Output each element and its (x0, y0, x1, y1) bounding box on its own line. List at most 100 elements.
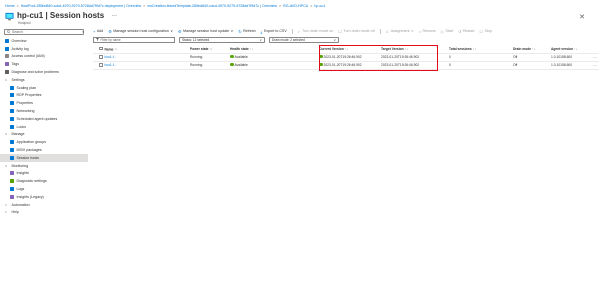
clock-icon (10, 116, 14, 121)
row-checkbox[interactable] (99, 55, 103, 59)
select-all-checkbox[interactable] (99, 46, 103, 50)
table-row: hcu1-f... Running Available 2023-01-20T19:2… (93, 61, 599, 70)
sidebar-item-label: Tags (11, 62, 20, 67)
sidebar-item-activity-log[interactable]: Activity log (0, 45, 88, 53)
sidebar-item-label: Networking (16, 109, 35, 114)
more-actions-icon[interactable]: ··· (593, 53, 599, 62)
sidebar-item-access-control-iam[interactable]: Access control (IAM) (0, 53, 88, 61)
chevron-down-icon: ∨ (5, 77, 8, 82)
msix-icon (10, 148, 14, 153)
sidebar-item-label: Manage (11, 132, 25, 137)
sidebar-item-properties[interactable]: Properties (0, 99, 88, 107)
sort-icon[interactable]: ↑↓ (210, 47, 213, 51)
sort-icon[interactable]: ↑↓ (473, 47, 476, 51)
sort-icon[interactable]: ↑↓ (574, 47, 577, 51)
manage-config-button[interactable]: ⚙ Manage session host configuration ∨ (108, 29, 173, 34)
sidebar-item-scheduled-agent-updates[interactable]: Scheduled agent updates (0, 115, 88, 123)
sidebar-item-label: Application groups (16, 140, 47, 145)
sidebar-item-locks[interactable]: Locks (0, 123, 88, 131)
activity-log-icon (5, 46, 9, 51)
sidebar-item-tags[interactable]: Tags (0, 60, 88, 68)
sidebar-item-scaling-plan[interactable]: Scaling plan (0, 84, 88, 92)
start-button[interactable]: ▷ Start (441, 29, 453, 34)
sidebar-item-diagnose-and-solve-problems[interactable]: Diagnose and solve problems (0, 68, 88, 76)
status-filter-pill[interactable]: Status: 12 selected ∨ (179, 37, 265, 43)
export-csv-button[interactable]: ⤓ Export to CSV (261, 29, 287, 34)
filter-by-name-input[interactable]: Filter by name (93, 37, 175, 43)
stop-button[interactable]: ☐ Stop (480, 29, 493, 34)
iam-icon (5, 54, 9, 59)
drain-mode-filter-pill[interactable]: Drain mode: 2 selected ∨ (269, 37, 339, 43)
remove-button[interactable]: ⌂ Remove (419, 29, 436, 34)
sidebar-search-input[interactable]: Search (4, 29, 84, 35)
drain-off-button[interactable]: ☐ Turn drain mode off (338, 29, 374, 34)
column-header[interactable]: Agent version↑↓ (551, 45, 593, 54)
sort-icon[interactable]: ↑↓ (250, 47, 253, 51)
add-button[interactable]: + Add (93, 29, 103, 34)
sidebar-item-label: Insights (Legacy) (16, 194, 44, 199)
sidebar-item-automation[interactable]: > Automation (0, 201, 88, 209)
column-header-label: Name (104, 47, 114, 51)
column-header[interactable]: Current Version↑↓ (319, 45, 381, 54)
overview-icon (5, 38, 9, 43)
manage-update-button[interactable]: ⚙ Manage session host update ∨ (178, 29, 233, 34)
breadcrumb-link[interactable]: RG-AVD-HPCU (283, 4, 308, 10)
sidebar-item-insights-legacy[interactable]: Insights (Legacy) (0, 193, 88, 201)
sidebar-item-monitoring[interactable]: ∨ Monitoring (0, 162, 88, 170)
sidebar-item-msix-packages[interactable]: MSIX packages (0, 146, 88, 154)
sidebar-item-help[interactable]: > Help (0, 209, 88, 217)
sidebar-item-logs[interactable]: Logs (0, 185, 88, 193)
breadcrumb-link[interactable]: hp-cu1 (314, 4, 325, 10)
search-icon (7, 30, 11, 34)
row-checkbox[interactable] (99, 63, 103, 67)
column-header[interactable]: Power state↑↓ (190, 45, 230, 54)
sidebar-item-session-hosts[interactable]: Session hosts (0, 153, 88, 162)
sidebar-item-rdp-properties[interactable]: RDP Properties (0, 92, 88, 100)
breadcrumb-link[interactable]: vmCreation-linkedTemplate-285bd840-cdcd-… (147, 4, 277, 10)
assignment-button[interactable]: ☺ Assignment ∨ (385, 29, 414, 34)
sidebar-item-insights[interactable]: Insights (0, 170, 88, 178)
diagnostic-settings-icon (10, 179, 14, 184)
column-header[interactable]: Drain mode↑↓ (513, 45, 551, 54)
health-status: Available (230, 55, 248, 59)
add-icon: + (93, 28, 96, 34)
sidebar-item-manage[interactable]: ∨ Manage (0, 131, 88, 139)
refresh-button[interactable]: ↻ Refresh (238, 29, 255, 34)
sidebar-item-settings[interactable]: ∨ Settings (0, 76, 88, 84)
health-state-cell: Available (230, 61, 319, 70)
sidebar-item-label: Activity log (11, 46, 29, 51)
page-subtitle: Hostpool (18, 21, 31, 25)
more-icon[interactable]: … (111, 11, 117, 20)
column-header[interactable]: Name↑↓ (99, 45, 190, 54)
sort-icon[interactable]: ↑↓ (532, 47, 535, 51)
close-icon[interactable]: ✕ (579, 13, 585, 21)
export-csv-icon: ⤓ (260, 28, 263, 34)
agent-version-cell: 1.0.10158.600 (551, 53, 593, 62)
sidebar-item-application-groups[interactable]: Application groups (0, 138, 88, 146)
breadcrumb-link[interactable]: HostPool-285bd840-cdcd-4970-9279-5728dd7… (21, 4, 141, 10)
sort-icon[interactable]: ↑↓ (114, 47, 117, 51)
table-row: hcu1-f... Running Available 2023-01-20T19:2… (93, 53, 599, 62)
sidebar-item-label: Properties (16, 101, 33, 106)
target-version-cell: 2023-01-20T19:26:46.902 (381, 61, 449, 70)
sidebar-item-label: Help (11, 210, 19, 215)
sidebar-nav: Overview Activity log Access control (IAM)… (0, 37, 88, 216)
sort-icon[interactable]: ↑↓ (405, 47, 408, 51)
sidebar-item-diagnostic-settings[interactable]: Diagnostic settings (0, 177, 88, 185)
table-body: hcu1-f... Running Available 2023-01-20T19:2… (93, 53, 599, 70)
session-host-link[interactable]: hcu1-f... (105, 63, 117, 67)
sidebar-item-label: RDP Properties (16, 93, 42, 98)
drain-mode-cell: Off (513, 53, 551, 62)
sort-icon[interactable]: ↑↓ (345, 47, 348, 51)
drain-on-button[interactable]: ✓ Turn drain mode on (297, 29, 333, 34)
restart-button[interactable]: ↺ Restart (458, 29, 474, 34)
breadcrumb-link[interactable]: Home (5, 4, 15, 10)
column-header[interactable]: Target Version↑↓ (381, 45, 449, 54)
more-actions-icon[interactable]: ··· (593, 61, 599, 70)
collapse-sidebar-icon[interactable]: « (82, 29, 84, 34)
sidebar-item-networking[interactable]: Networking (0, 107, 88, 115)
column-header[interactable]: Total sessions↑↓ (449, 45, 513, 54)
sidebar-item-overview[interactable]: Overview (0, 37, 88, 45)
column-header[interactable]: Health state↑↓ (230, 45, 319, 54)
session-host-link[interactable]: hcu1-f... (105, 55, 117, 59)
